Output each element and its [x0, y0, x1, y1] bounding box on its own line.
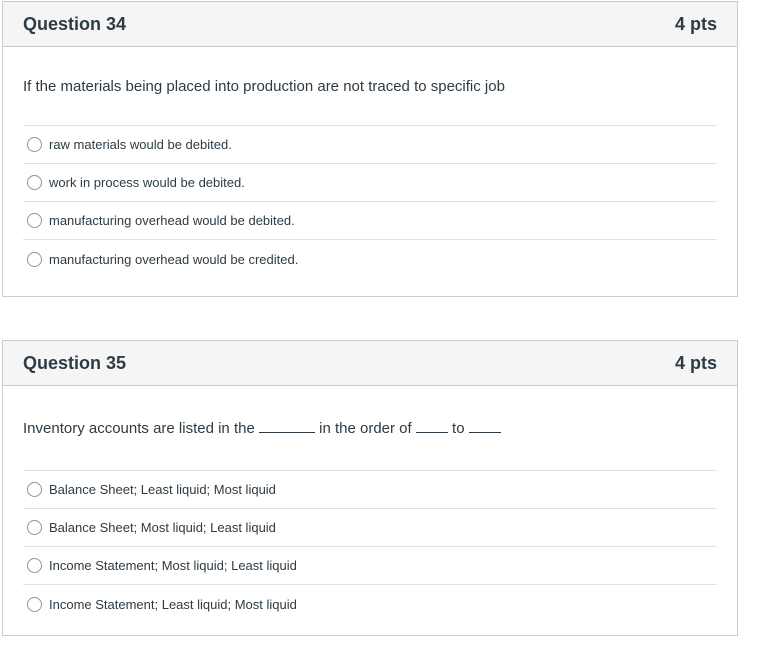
fill-blank: [415, 431, 448, 433]
question-points: 4 pts: [674, 352, 717, 373]
question-34-card: Question 34 4 pts If the materials being…: [2, 1, 738, 297]
radio-button[interactable]: [27, 213, 42, 228]
answer-option[interactable]: manufacturing overhead would be debited.: [23, 202, 717, 240]
question-title: Question 35: [23, 352, 127, 373]
answer-label: manufacturing overhead would be credited…: [49, 251, 299, 267]
answer-list: raw materials would be debited. work in …: [23, 125, 717, 278]
radio-button[interactable]: [27, 137, 42, 152]
radio-button[interactable]: [27, 175, 42, 190]
answer-option[interactable]: Balance Sheet; Most liquid; Least liquid: [23, 509, 717, 547]
question-body: Inventory accounts are listed in the in …: [3, 386, 737, 623]
answer-label: raw materials would be debited.: [49, 137, 232, 152]
answer-option[interactable]: manufacturing overhead would be credited…: [23, 240, 717, 278]
answer-list: Balance Sheet; Least liquid; Most liquid…: [23, 470, 717, 623]
answer-label: Balance Sheet; Most liquid; Least liquid: [49, 520, 276, 535]
answer-option[interactable]: raw materials would be debited.: [23, 126, 717, 164]
radio-button[interactable]: [27, 251, 42, 267]
answer-option[interactable]: Income Statement; Least liquid; Most liq…: [23, 585, 717, 623]
fill-blank: [468, 431, 501, 433]
answer-label: Balance Sheet; Least liquid; Most liquid: [49, 482, 276, 497]
radio-button[interactable]: [27, 482, 42, 497]
question-text-part: Inventory accounts are listed in the: [23, 419, 259, 437]
question-points: 4 pts: [674, 13, 717, 34]
answer-option[interactable]: Income Statement; Most liquid; Least liq…: [23, 547, 717, 585]
question-header: Question 34 4 pts: [3, 2, 737, 47]
question-header: Question 35 4 pts: [3, 341, 737, 386]
fill-blank: [258, 431, 315, 433]
answer-label: Income Statement; Least liquid; Most liq…: [49, 596, 297, 612]
answer-option[interactable]: work in process would be debited.: [23, 164, 717, 202]
answer-label: Income Statement; Most liquid; Least liq…: [49, 558, 297, 573]
answer-label: work in process would be debited.: [49, 175, 245, 190]
question-body: If the materials being placed into produ…: [3, 47, 737, 278]
question-text: If the materials being placed into produ…: [23, 77, 505, 95]
answer-option[interactable]: Balance Sheet; Least liquid; Most liquid: [23, 471, 717, 509]
radio-button[interactable]: [27, 520, 42, 535]
answer-label: manufacturing overhead would be debited.: [49, 213, 295, 228]
question-text: Inventory accounts are listed in the in …: [23, 386, 717, 470]
question-title: Question 34: [23, 13, 127, 34]
question-text-part: to: [447, 419, 469, 437]
radio-button[interactable]: [27, 558, 42, 573]
radio-button[interactable]: [27, 596, 42, 612]
question-text-part: in the order of: [314, 419, 416, 437]
question-35-card: Question 35 4 pts Inventory accounts are…: [2, 340, 738, 636]
